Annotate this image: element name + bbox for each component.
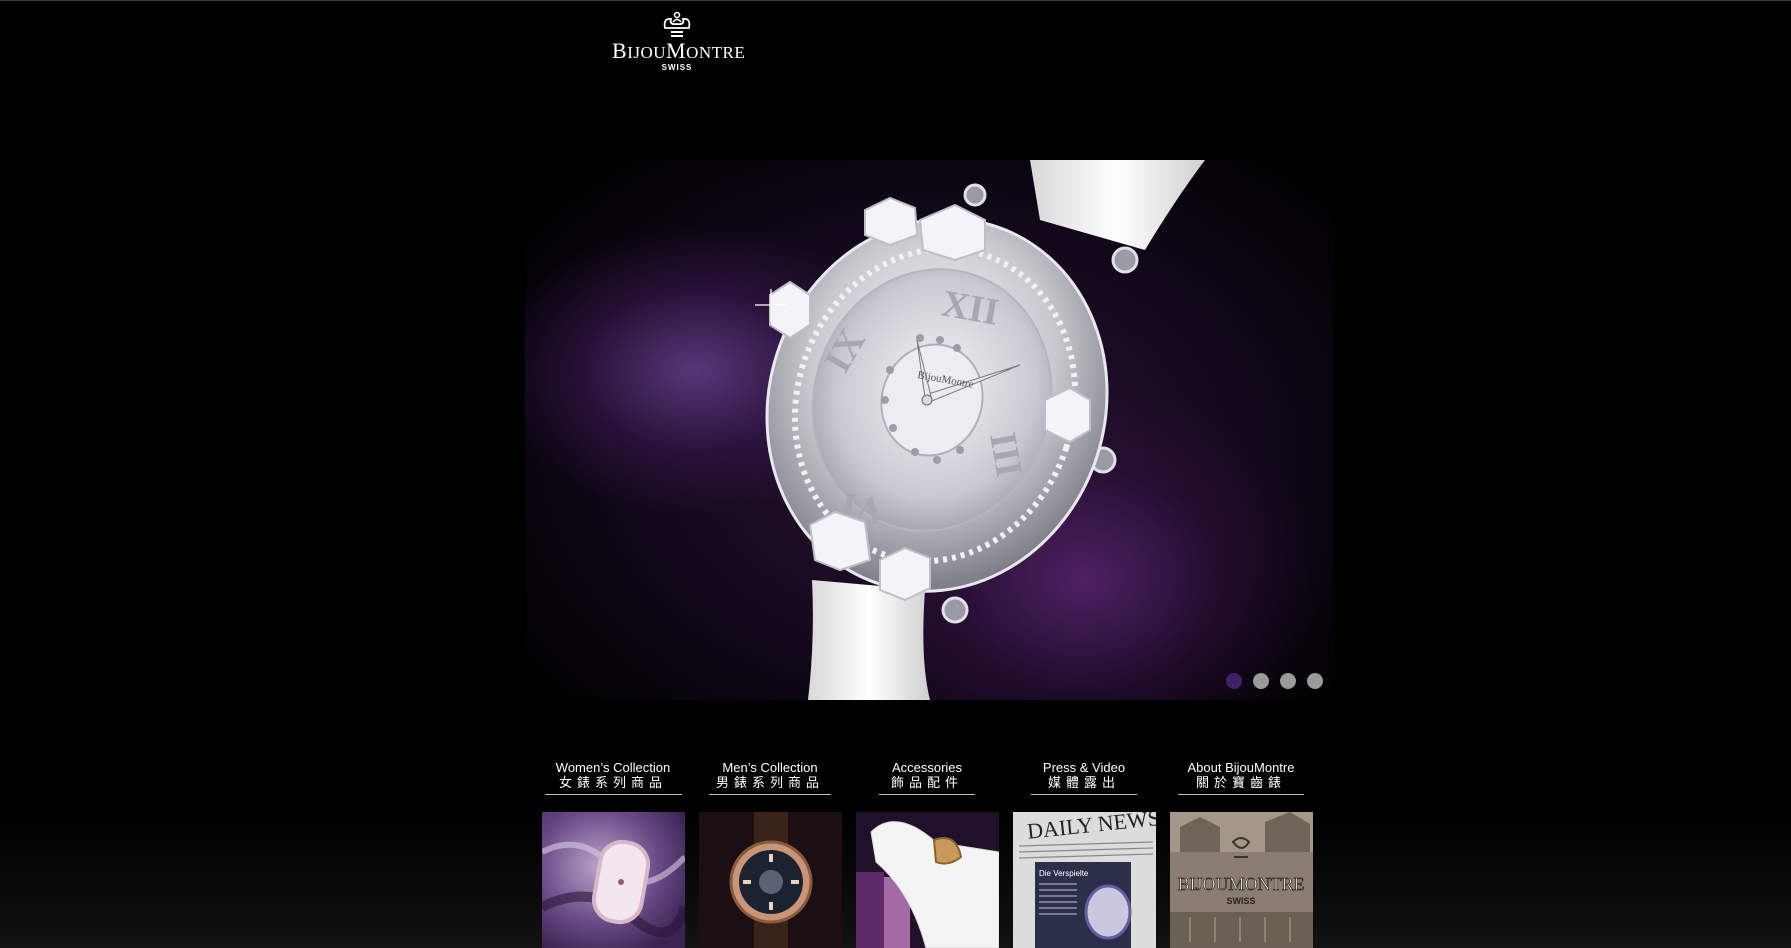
tile-label-en: Women’s Collection xyxy=(555,760,671,775)
tile-underline xyxy=(879,794,975,795)
brand-logo[interactable]: BIJOUMONTRE SWISS xyxy=(612,10,746,72)
slide-dot-3[interactable] xyxy=(1280,673,1296,689)
accessories-thumbnail[interactable] xyxy=(856,812,999,948)
slide-dot-4[interactable] xyxy=(1307,673,1323,689)
slide-dot-1[interactable] xyxy=(1226,673,1242,689)
tile-label[interactable]: Press & Video 媒體露出 xyxy=(1009,760,1159,790)
tile-label-en: Press & Video xyxy=(1042,760,1126,775)
tile-label-zh: 女錶系列商品 xyxy=(558,775,667,790)
hero-slider[interactable]: XII IX III VI BijouMontre xyxy=(525,160,1333,700)
tile-womens-collection[interactable]: Women’s Collection 女錶系列商品 xyxy=(538,760,688,948)
tile-label-zh: 關於寶齒錶 xyxy=(1195,775,1286,790)
press-subheadline: Die Verspielte xyxy=(1039,869,1089,878)
tile-label-zh: 媒體露出 xyxy=(1047,775,1120,790)
brand-tagline: SWISS xyxy=(661,63,693,72)
womens-collection-thumbnail[interactable] xyxy=(542,812,685,948)
about-thumbnail[interactable]: BIJOUMONTRE SWISS xyxy=(1170,812,1313,948)
category-navigation: Women’s Collection 女錶系列商品 Men’s Collecti… xyxy=(538,760,1318,948)
about-brand-text: BIJOUMONTRE xyxy=(1177,874,1304,894)
tile-label[interactable]: Accessories 飾品配件 xyxy=(852,760,1002,790)
tile-underline xyxy=(709,794,831,795)
press-video-thumbnail[interactable]: DAILY NEWS Die Verspielte xyxy=(1013,812,1156,948)
tile-press-video[interactable]: Press & Video 媒體露出 DAILY NEWS Die Verspi… xyxy=(1009,760,1159,948)
mens-collection-thumbnail[interactable] xyxy=(699,812,842,948)
slide-dot-2[interactable] xyxy=(1253,673,1269,689)
slider-pagination xyxy=(1226,673,1323,689)
brand-name: BIJOUMONTRE xyxy=(612,38,746,63)
svg-text:III: III xyxy=(981,429,1030,480)
tile-label[interactable]: Men’s Collection 男錶系列商品 xyxy=(695,760,845,790)
crown-icon xyxy=(663,11,691,37)
tile-label-zh: 飾品配件 xyxy=(890,775,963,790)
tile-label[interactable]: Women’s Collection 女錶系列商品 xyxy=(538,760,688,790)
tile-underline xyxy=(1031,794,1137,795)
watch-illustration: XII IX III VI BijouMontre xyxy=(755,160,1205,700)
tile-label[interactable]: About BijouMontre 關於寶齒錶 xyxy=(1166,760,1316,790)
tile-underline xyxy=(1178,794,1304,795)
tile-label-en: About BijouMontre xyxy=(1187,760,1295,775)
tile-label-en: Men’s Collection xyxy=(722,760,818,775)
tile-underline xyxy=(544,794,682,795)
tile-label-en: Accessories xyxy=(891,760,963,775)
tile-mens-collection[interactable]: Men’s Collection 男錶系列商品 xyxy=(695,760,845,948)
tile-label-zh: 男錶系列商品 xyxy=(715,775,824,790)
tile-about[interactable]: About BijouMontre 關於寶齒錶 BIJOUMONTRE SWIS… xyxy=(1166,760,1316,948)
about-tagline-text: SWISS xyxy=(1226,896,1255,906)
top-border xyxy=(0,0,1791,1)
tile-accessories[interactable]: Accessories 飾品配件 xyxy=(852,760,1002,948)
